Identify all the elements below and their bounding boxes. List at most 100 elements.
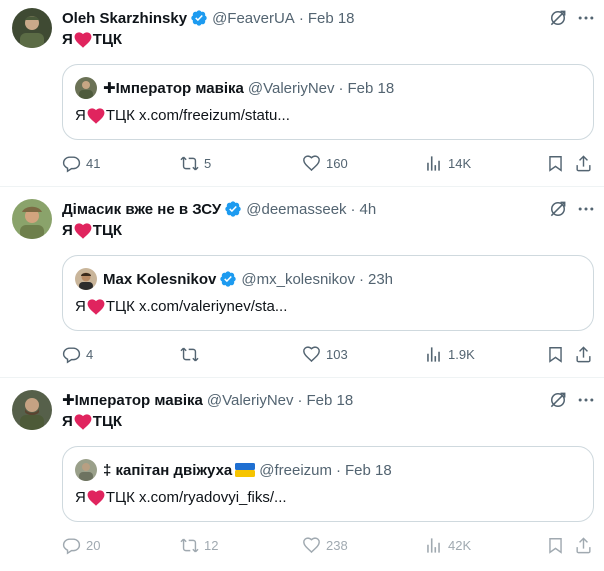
bookmark-button[interactable] xyxy=(546,153,565,173)
text-part: Я xyxy=(62,413,73,430)
more-icon[interactable] xyxy=(576,199,596,219)
quote-text: Я ТЦК x.com/valeriynev/sta... xyxy=(75,298,287,315)
views-button[interactable]: 42K xyxy=(424,535,471,555)
author-name[interactable]: ✚Імператор мавіка xyxy=(62,391,203,409)
text-part: Я xyxy=(75,107,86,124)
verified-badge-icon xyxy=(219,270,237,288)
views-icon xyxy=(424,345,443,364)
quote-avatar[interactable] xyxy=(75,459,97,481)
text-part: Я xyxy=(62,31,73,48)
share-icon xyxy=(574,345,593,364)
separator-dot: · xyxy=(298,9,304,27)
retweet-button[interactable]: 5 xyxy=(180,153,211,173)
separator-dot: · xyxy=(336,461,342,479)
like-icon xyxy=(302,536,321,555)
retweet-icon xyxy=(180,345,199,364)
heart-emoji-icon xyxy=(87,108,105,124)
separator-dot: · xyxy=(297,391,303,409)
bookmark-button[interactable] xyxy=(546,344,565,364)
grok-icon[interactable] xyxy=(548,390,568,410)
like-count: 103 xyxy=(326,346,348,362)
grok-icon[interactable] xyxy=(548,199,568,219)
share-button[interactable] xyxy=(574,535,593,555)
separator-dot: · xyxy=(350,200,356,218)
quote-author-handle[interactable]: @mx_kolesnikov xyxy=(241,271,355,288)
bookmark-icon xyxy=(546,345,565,364)
like-icon xyxy=(302,345,321,364)
views-count: 1.9K xyxy=(448,346,475,362)
avatar[interactable] xyxy=(12,8,52,48)
author-handle[interactable]: @deemasseek xyxy=(246,201,346,218)
text-part: Я xyxy=(62,222,73,239)
views-button[interactable]: 14K xyxy=(424,153,471,173)
tweet-text: Я ТЦК xyxy=(62,31,122,48)
like-button[interactable]: 103 xyxy=(302,344,348,364)
share-button[interactable] xyxy=(574,344,593,364)
ukraine-flag-icon xyxy=(235,463,256,477)
verified-badge-icon xyxy=(190,9,208,27)
text-part: ТЦК xyxy=(92,222,123,239)
author-handle[interactable]: @FeaverUA xyxy=(212,10,295,27)
quote-avatar[interactable] xyxy=(75,77,97,99)
quote-timestamp[interactable]: 23h xyxy=(368,271,393,288)
views-count: 42K xyxy=(448,537,472,553)
retweet-count: 12 xyxy=(204,537,219,553)
quote-avatar[interactable] xyxy=(75,268,97,290)
quote-timestamp[interactable]: Feb 18 xyxy=(345,462,392,479)
tweet[interactable]: ✚Імператор мавіка @ValeriyNev · Feb 18 Я… xyxy=(0,382,604,571)
heart-emoji-icon xyxy=(74,414,92,430)
quote-timestamp[interactable]: Feb 18 xyxy=(348,80,395,97)
like-count: 160 xyxy=(326,155,348,171)
retweet-icon xyxy=(180,154,199,173)
action-bar: 4 103 1.9K xyxy=(62,344,594,364)
quoted-tweet[interactable]: ✚Імператор мавіка @ValeriyNev · Feb 18 Я… xyxy=(62,64,594,140)
retweet-button[interactable]: 12 xyxy=(180,535,218,555)
quoted-tweet[interactable]: Max Kolesnikov @mx_kolesnikov · 23h Я ТЦ… xyxy=(62,255,594,331)
action-bar: 20 12 238 42K xyxy=(62,535,594,555)
reply-button[interactable]: 20 xyxy=(62,535,100,555)
like-icon xyxy=(302,154,321,173)
quote-author-handle[interactable]: @freeizum xyxy=(259,462,332,479)
quote-text: Я ТЦК x.com/freeizum/statu... xyxy=(75,107,290,124)
bookmark-button[interactable] xyxy=(546,535,565,555)
timestamp[interactable]: Feb 18 xyxy=(307,392,354,409)
avatar[interactable] xyxy=(12,390,52,430)
bookmark-icon xyxy=(546,536,565,555)
reply-button[interactable]: 41 xyxy=(62,153,100,173)
tweet[interactable]: Oleh Skarzhinsky @FeaverUA · Feb 18 Я ТЦ… xyxy=(0,0,604,187)
avatar[interactable] xyxy=(12,199,52,239)
more-icon[interactable] xyxy=(576,8,596,28)
verified-badge-icon xyxy=(224,200,242,218)
share-button[interactable] xyxy=(574,153,593,173)
timestamp[interactable]: 4h xyxy=(360,201,377,218)
reply-button[interactable]: 4 xyxy=(62,344,93,364)
author-name[interactable]: Oleh Skarzhinsky xyxy=(62,10,187,27)
reply-icon xyxy=(62,345,81,364)
retweet-button[interactable] xyxy=(180,344,204,364)
quote-author-handle[interactable]: @ValeriyNev xyxy=(248,80,335,97)
like-count: 238 xyxy=(326,537,348,553)
share-icon xyxy=(574,536,593,555)
grok-icon[interactable] xyxy=(548,8,568,28)
author-name[interactable]: Дімасик вже не в ЗСУ xyxy=(62,201,221,218)
more-icon[interactable] xyxy=(576,390,596,410)
views-button[interactable]: 1.9K xyxy=(424,344,475,364)
quote-author-name[interactable]: Max Kolesnikov xyxy=(103,271,216,288)
quote-author-name[interactable]: ✚Імператор мавіка xyxy=(103,79,244,97)
quoted-tweet[interactable]: ‡ капітан двіжуха @freeizum · Feb 18 Я Т… xyxy=(62,446,594,522)
timestamp[interactable]: Feb 18 xyxy=(308,10,355,27)
quote-author-name[interactable]: ‡ капітан двіжуха xyxy=(103,462,232,479)
tweet[interactable]: Дімасик вже не в ЗСУ @deemasseek · 4h Я … xyxy=(0,191,604,378)
reply-count: 41 xyxy=(86,155,101,171)
text-part: Я xyxy=(75,489,86,506)
like-button[interactable]: 238 xyxy=(302,535,348,555)
like-button[interactable]: 160 xyxy=(302,153,348,173)
retweet-count: 5 xyxy=(204,155,212,171)
heart-emoji-icon xyxy=(87,299,105,315)
text-part: ТЦК xyxy=(92,413,123,430)
text-part: ТЦК x.com/freeizum/statu... xyxy=(105,107,290,124)
reply-count: 20 xyxy=(86,537,101,553)
reply-icon xyxy=(62,154,81,173)
reply-count: 4 xyxy=(86,346,94,362)
author-handle[interactable]: @ValeriyNev xyxy=(207,392,294,409)
